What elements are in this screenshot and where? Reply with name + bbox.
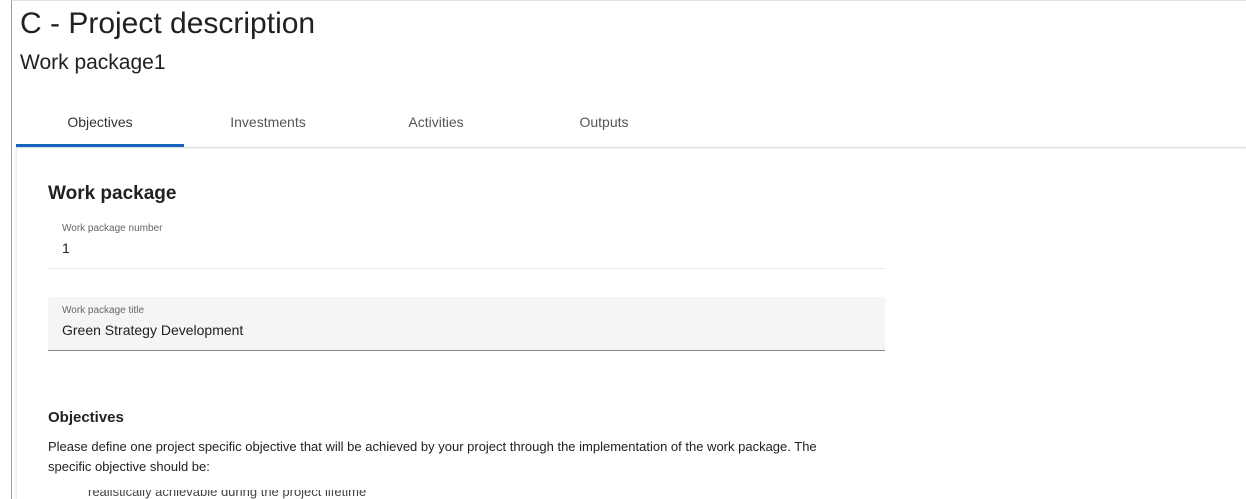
objectives-description: Please define one project specific objec… — [48, 439, 817, 474]
tab-bar: Objectives Investments Activities Output… — [16, 104, 1246, 148]
work-package-title-field[interactable]: Work package title Green Strategy Develo… — [48, 297, 885, 351]
tab-investments[interactable]: Investments — [184, 104, 352, 144]
field-label: Work package title — [62, 305, 145, 316]
field-label: Work package number — [62, 223, 163, 234]
field-value[interactable]: Green Strategy Development — [62, 322, 243, 338]
tab-objectives[interactable]: Objectives — [16, 104, 184, 147]
field-value: 1 — [62, 240, 70, 256]
bullet-text: realistically achievable during the proj… — [88, 490, 367, 499]
page-subtitle: Work package1 — [20, 51, 166, 74]
page-title: C - Project description — [20, 7, 316, 40]
tab-activities[interactable]: Activities — [352, 104, 520, 144]
objectives-heading: Objectives — [48, 409, 124, 426]
objective-bullet-clipped: realistically achievable during the proj… — [48, 490, 388, 499]
tab-outputs[interactable]: Outputs — [520, 104, 688, 144]
work-package-number-field: Work package number 1 — [48, 215, 885, 269]
section-heading: Work package — [48, 183, 177, 204]
